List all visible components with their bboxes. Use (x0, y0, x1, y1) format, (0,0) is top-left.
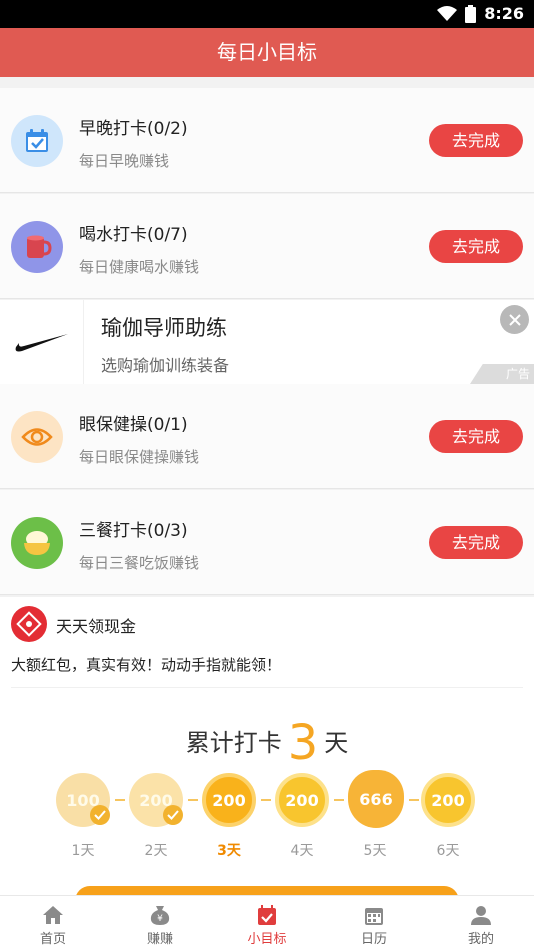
task-subtitle: 每日三餐吃饭赚钱 (79, 554, 200, 572)
task-item-morning-evening: 早晚打卡(0/2) 每日早晚赚钱 去完成 (0, 88, 534, 193)
bottom-tab-bar: 首页 ¥ 赚赚 小目标 日历 我的 (0, 895, 534, 949)
tab-calendar[interactable]: 日历 (321, 896, 427, 949)
task-item-meals: 三餐打卡(0/3) 每日三餐吃饭赚钱 去完成 (0, 490, 534, 595)
day-6-coin: 200 (421, 773, 475, 827)
task-subtitle: 每日健康喝水赚钱 (79, 258, 200, 276)
close-icon[interactable] (500, 305, 529, 334)
day-label: 6天 (436, 843, 460, 859)
ad-banner[interactable]: 瑜伽导师助练 选购瑜伽训练装备 广告 (0, 300, 534, 384)
tab-label: 日历 (360, 932, 387, 947)
streak-text: 累计打卡 3 天 (11, 715, 523, 771)
task-title: 三餐打卡(0/3) (79, 521, 188, 541)
task-item-eye: 眼保健操(0/1) 每日眼保健操赚钱 去完成 (0, 384, 534, 489)
checked-icon (90, 805, 110, 825)
day-4-coin: 200 (275, 773, 329, 827)
tab-label: 我的 (467, 932, 494, 947)
streak-prefix: 累计打卡 (185, 729, 282, 757)
day-label: 1天 (71, 843, 95, 859)
tab-home[interactable]: 首页 (0, 896, 106, 949)
streak-days: 3 (287, 715, 319, 771)
calendar-check-icon (11, 115, 63, 167)
day-label: 5天 (363, 843, 387, 859)
red-packet-logo (11, 606, 47, 642)
task-subtitle: 每日早晚赚钱 (79, 152, 170, 170)
battery-icon (465, 4, 477, 23)
task-title: 早晚打卡(0/2) (79, 119, 188, 139)
daily-cash-section: 天天领现金 大额红包，真实有效！动动手指就能领！ 累计打卡 3 天 100 200 … (0, 597, 534, 897)
divider (115, 799, 125, 801)
tab-earn[interactable]: ¥ 赚赚 (107, 896, 213, 949)
target-calendar-icon (258, 905, 276, 925)
divider (409, 799, 419, 801)
day-label: 3天 (217, 843, 241, 859)
day-5-money-bag: 666 (348, 770, 404, 828)
go-complete-button[interactable]: 去完成 (429, 526, 523, 559)
divider (261, 799, 271, 801)
page-title: 每日小目标 (0, 28, 534, 77)
divider (188, 799, 198, 801)
go-complete-button[interactable]: 去完成 (429, 124, 523, 157)
eye-icon (11, 411, 63, 463)
checked-icon (163, 805, 183, 825)
tab-label: 首页 (39, 932, 66, 947)
svg-text:¥: ¥ (157, 914, 163, 924)
coin-value: 666 (359, 789, 393, 809)
go-complete-button[interactable]: 去完成 (429, 420, 523, 453)
water-cup-icon (11, 221, 63, 273)
user-icon (471, 906, 491, 925)
wifi-icon (437, 5, 458, 21)
streak-suffix: 天 (324, 729, 349, 757)
tab-label: 赚赚 (146, 932, 173, 947)
day-label: 4天 (290, 843, 314, 859)
task-title: 喝水打卡(0/7) (79, 225, 188, 245)
coin-value: 200 (431, 790, 465, 810)
ad-title: 瑜伽导师助练 (101, 316, 227, 340)
coin-value: 200 (285, 790, 319, 810)
tab-profile[interactable]: 我的 (428, 896, 534, 949)
nike-swoosh-logo (0, 300, 84, 384)
day-3-coin[interactable]: 200 (202, 773, 256, 827)
go-complete-button[interactable]: 去完成 (429, 230, 523, 263)
status-bar: 8:26 (0, 0, 534, 28)
day-label: 2天 (144, 843, 168, 859)
home-icon (43, 906, 63, 924)
status-time: 8:26 (484, 4, 524, 23)
cash-brand-name: 天天领现金 (56, 617, 137, 636)
task-item-water: 喝水打卡(0/7) 每日健康喝水赚钱 去完成 (0, 194, 534, 299)
calendar-icon (365, 908, 383, 925)
task-subtitle: 每日眼保健操赚钱 (79, 448, 200, 466)
tab-label: 小目标 (247, 932, 287, 947)
tab-goals[interactable]: 小目标 (214, 896, 320, 949)
divider (334, 799, 344, 801)
ad-subtitle: 选购瑜伽训练装备 (101, 356, 230, 375)
rice-bowl-icon (11, 517, 63, 569)
money-bag-icon: ¥ (150, 906, 170, 925)
ad-tag: 广告 (470, 364, 534, 384)
coin-value: 200 (212, 790, 246, 810)
checkin-card: 累计打卡 3 天 100 200 200 200 666 200 1天 2天 3天 … (11, 687, 523, 897)
task-title: 眼保健操(0/1) (79, 415, 188, 435)
cash-description: 大额红包，真实有效！动动手指就能领！ (11, 656, 282, 674)
